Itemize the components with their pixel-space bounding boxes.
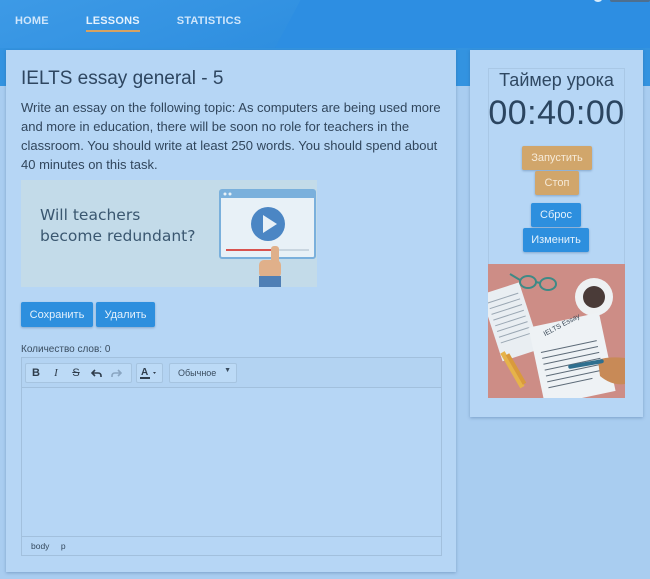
timer-change-button[interactable]: Изменить <box>523 228 589 252</box>
header-decoration <box>274 0 650 50</box>
undo-icon[interactable] <box>86 364 106 382</box>
editor-toolbar: B I S A Обычное ▼ <box>22 358 441 388</box>
nav-statistics[interactable]: STATISTICS <box>177 0 242 32</box>
italic-button[interactable]: I <box>46 364 66 382</box>
lesson-panel: IELTS essay general - 5 Write an essay o… <box>6 50 456 572</box>
timer-title: Таймер урока <box>499 70 614 90</box>
lesson-timer-panel: Таймер урока 00:40:00 Запустить Стоп Сбр… <box>470 50 643 417</box>
nav-lessons[interactable]: LESSONS <box>85 0 140 32</box>
paragraph-format-select[interactable]: Обычное ▼ <box>169 363 237 383</box>
path-body[interactable]: body <box>31 541 49 551</box>
bold-button[interactable]: B <box>26 364 46 382</box>
word-count: Количество слов: 0 <box>21 344 111 355</box>
path-p[interactable]: p <box>61 541 66 551</box>
delete-button[interactable]: Удалить <box>96 302 155 327</box>
timer-start-button[interactable]: Запустить <box>522 146 592 170</box>
strikethrough-button[interactable]: S <box>66 364 86 382</box>
svg-text:A: A <box>141 367 148 378</box>
editor-status-path: body p <box>22 536 441 555</box>
essay-editor: B I S A Обычное ▼ body p <box>21 357 442 556</box>
paragraph-format-value: Обычное <box>178 368 217 378</box>
nav-home[interactable]: HOME <box>15 0 49 32</box>
essay-illustration: IELTS Essay <box>488 264 625 398</box>
main-nav: HOME LESSONS STATISTICS <box>0 0 263 40</box>
redo-icon[interactable] <box>106 364 126 382</box>
timer-display: 00:40:00 <box>488 94 625 132</box>
lesson-title: IELTS essay general - 5 <box>21 68 224 89</box>
text-color-icon: A <box>137 364 162 382</box>
chevron-down-icon: ▼ <box>224 367 231 374</box>
text-color-button[interactable]: A <box>136 363 163 383</box>
lesson-task-text: Write an essay on the following topic: A… <box>21 100 441 172</box>
timer-reset-button[interactable]: Сброс <box>531 203 581 227</box>
toolbar-format-group: B I S <box>25 363 132 383</box>
editor-content-area[interactable] <box>22 388 441 536</box>
video-screen-illustration <box>219 189 316 287</box>
save-button[interactable]: Сохранить <box>21 302 93 327</box>
timer-stop-button[interactable]: Стоп <box>535 171 579 195</box>
lesson-image: Will teachers become redundant? <box>21 180 317 287</box>
user-menu[interactable] <box>610 0 650 2</box>
